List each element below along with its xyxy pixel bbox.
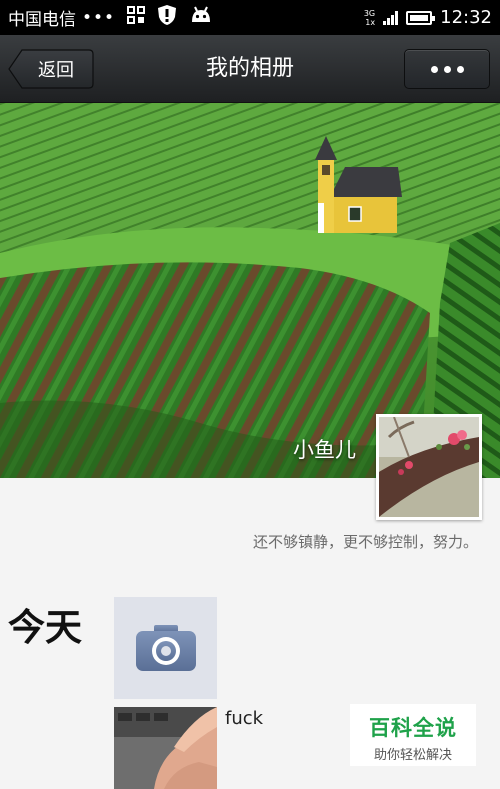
timeline-day-label: 今天	[8, 606, 82, 649]
more-dots-icon	[430, 65, 438, 73]
more-button[interactable]	[404, 49, 490, 89]
watermark-logo: 百科全说 助你轻松解决	[350, 704, 476, 766]
back-button[interactable]: 返回	[8, 49, 94, 89]
android-icon	[189, 6, 213, 29]
clock: 12:32	[440, 7, 492, 28]
profile-signature: 还不够镇静，更不够控制，努力。	[252, 533, 478, 551]
network-3g-label: 3G	[363, 8, 376, 18]
status-bar: 中国电信 ••• 3G 1x 12:32	[0, 0, 500, 35]
camera-icon	[135, 625, 196, 671]
network-1x-label: 1x	[365, 17, 376, 27]
grid-icon	[127, 6, 146, 29]
nav-bar: 返回 我的相册	[0, 35, 500, 103]
battery-icon	[406, 10, 436, 25]
avatar[interactable]	[376, 414, 482, 520]
avatar-image	[379, 416, 479, 517]
photo-thumbnail[interactable]	[114, 707, 217, 789]
carrier-label: 中国电信	[8, 10, 76, 30]
status-dots: •••	[82, 7, 116, 28]
watermark-title: 百科全说	[369, 716, 457, 740]
signal-icon	[383, 10, 399, 25]
back-button-label: 返回	[38, 60, 74, 81]
post-caption: fuck	[225, 708, 264, 729]
network-indicator: 3G 1x	[364, 9, 375, 27]
add-photo-button[interactable]	[114, 597, 217, 699]
profile-name: 小鱼儿	[293, 438, 356, 462]
shield-icon	[157, 4, 177, 31]
watermark-subtitle: 助你轻松解决	[373, 748, 452, 763]
